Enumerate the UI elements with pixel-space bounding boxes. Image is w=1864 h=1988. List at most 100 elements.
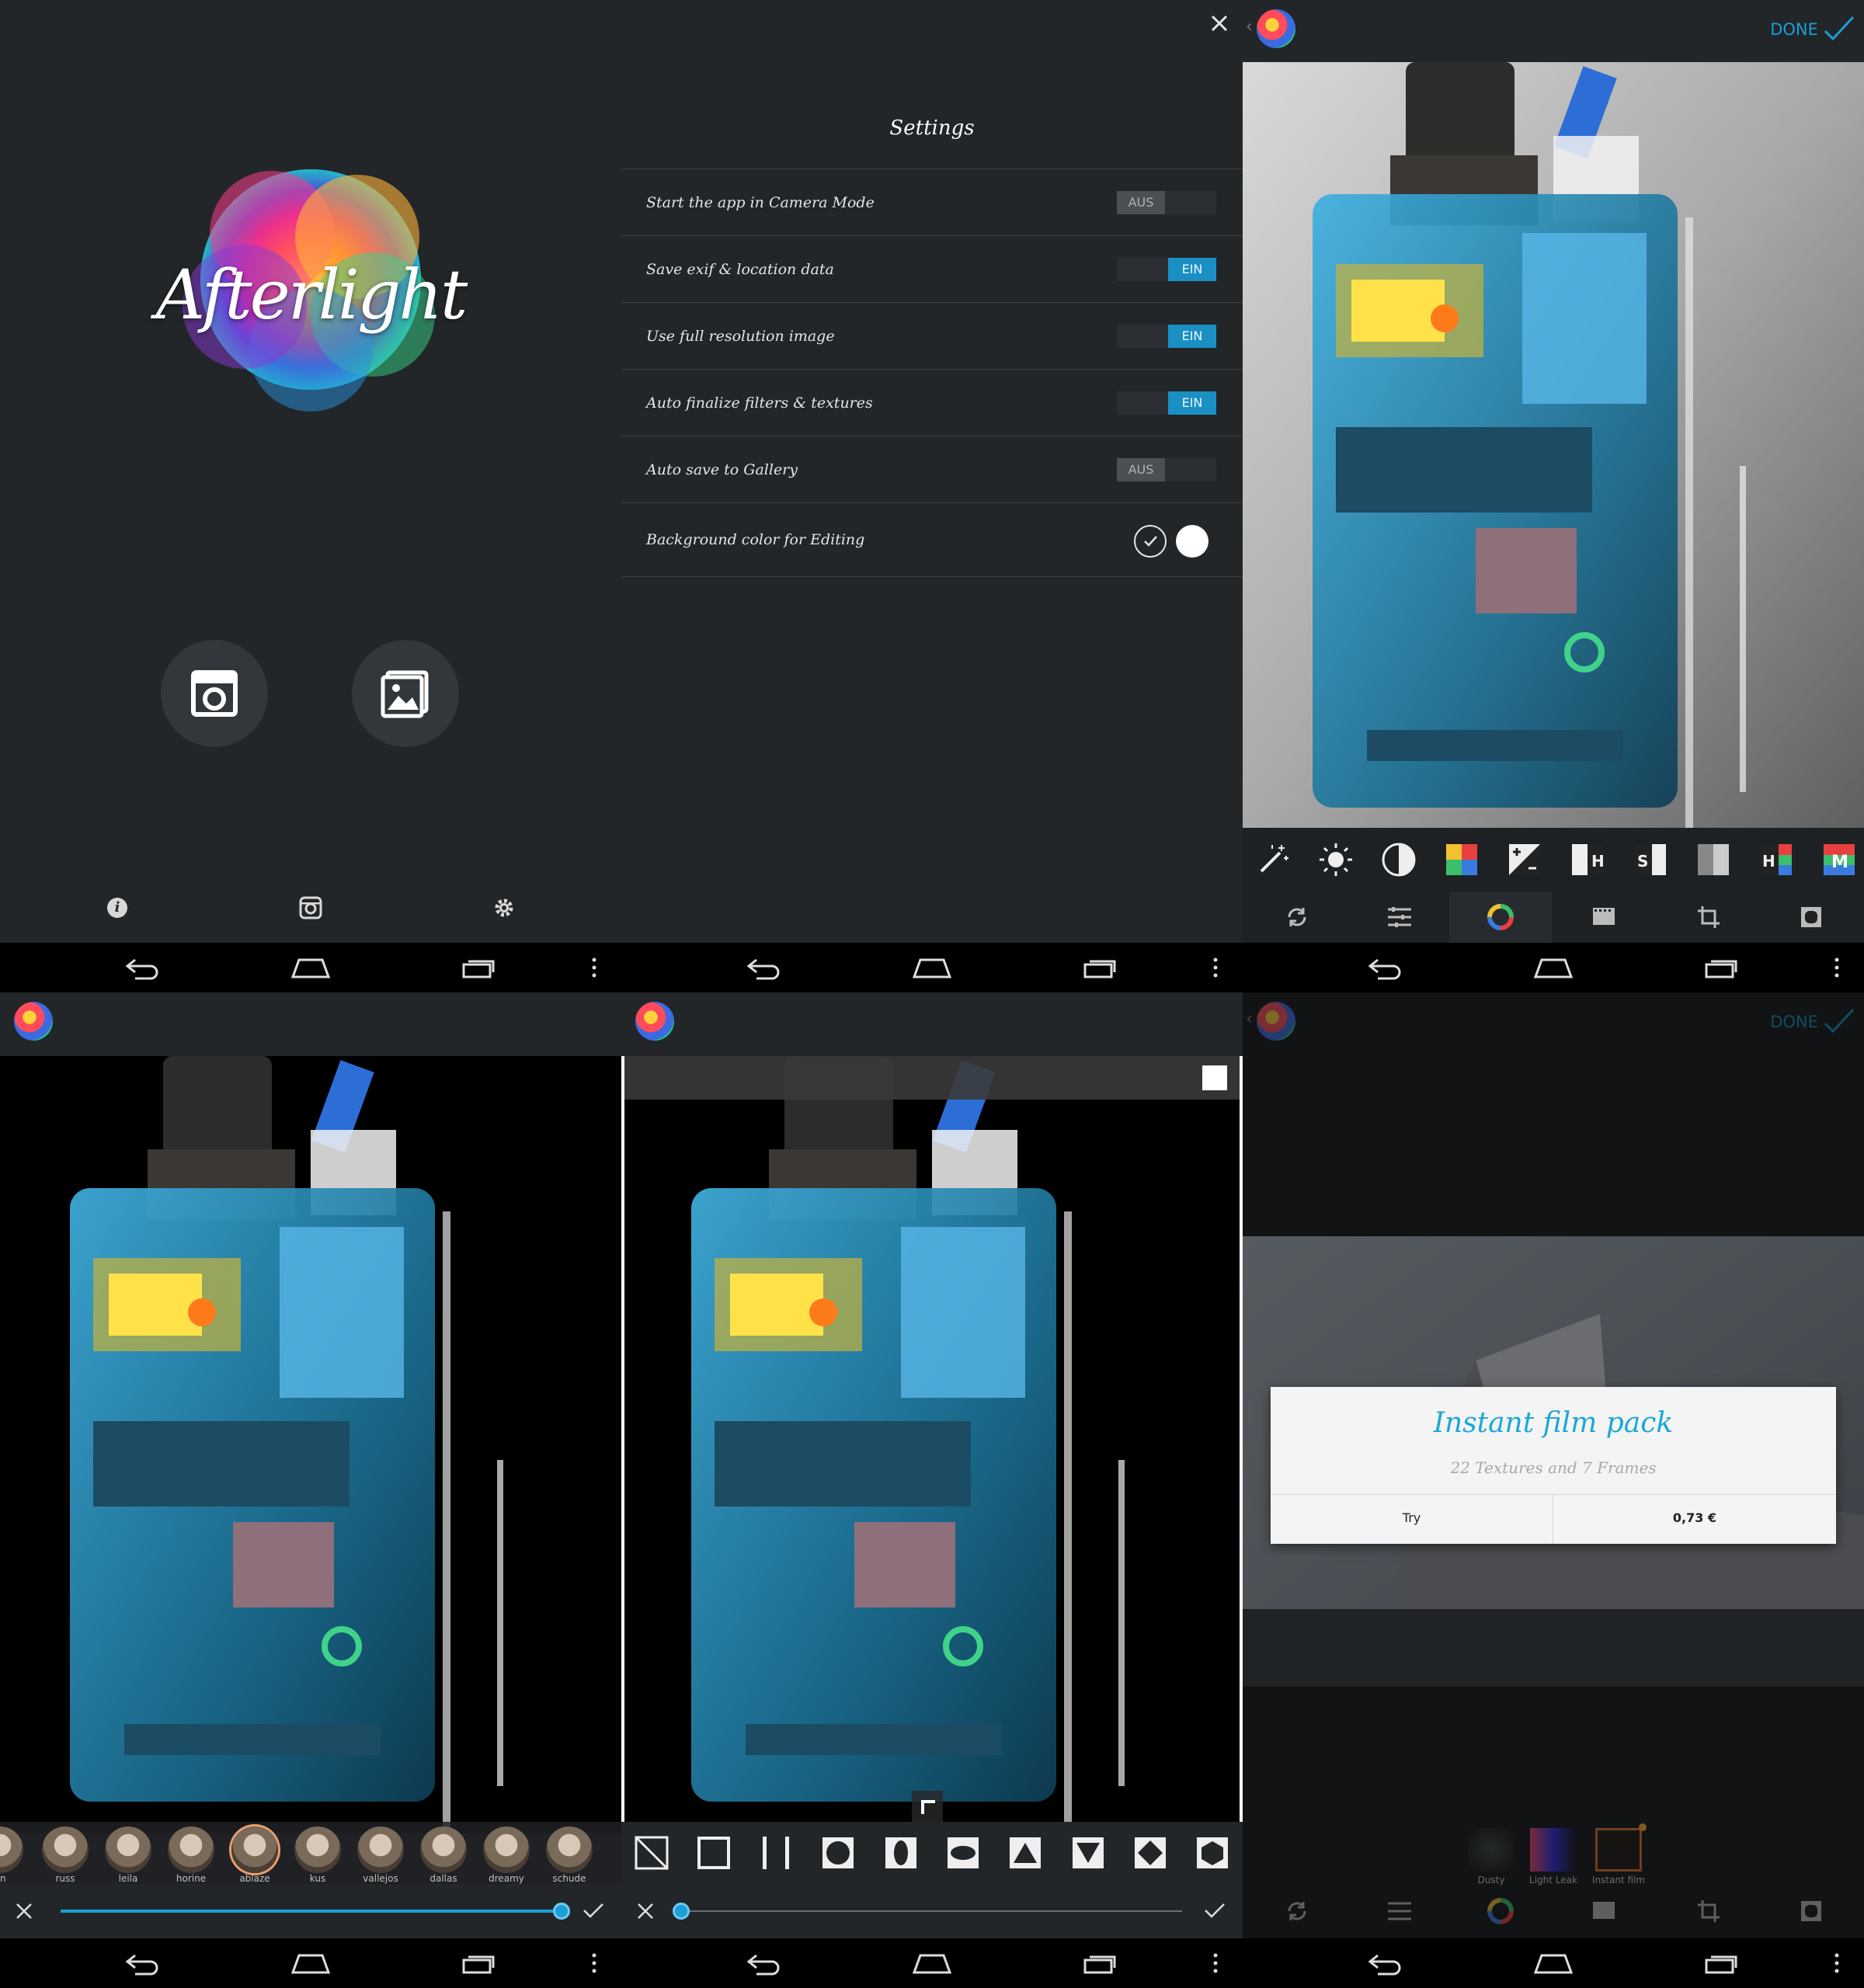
confirm-check-icon[interactable] (582, 1903, 604, 1920)
gradient-icon[interactable] (1694, 840, 1733, 879)
rotate-icon[interactable] (1283, 903, 1311, 931)
app-logo-icon[interactable] (14, 1002, 53, 1041)
frame-icon[interactable] (1797, 903, 1825, 931)
filter-thumb[interactable] (483, 1826, 530, 1873)
cancel-icon[interactable] (637, 1903, 654, 1920)
try-button[interactable]: Try (1271, 1495, 1553, 1544)
filter-thumb[interactable] (105, 1826, 151, 1873)
filter-thumb-selected[interactable] (231, 1826, 278, 1873)
back-icon[interactable] (1367, 1951, 1403, 1976)
cancel-icon[interactable] (16, 1903, 33, 1920)
recents-icon[interactable] (1082, 1951, 1118, 1976)
done-button[interactable]: DONE (1770, 1006, 1856, 1037)
back-icon[interactable] (124, 955, 160, 980)
texture-thumb[interactable] (1468, 1828, 1514, 1872)
app-logo-icon[interactable] (635, 1002, 674, 1041)
filter-thumb[interactable] (168, 1826, 214, 1873)
app-logo-icon[interactable] (1257, 1002, 1295, 1041)
texture-thumb[interactable] (1595, 1828, 1642, 1872)
circle-icon[interactable] (820, 1835, 856, 1871)
square-icon[interactable] (696, 1835, 732, 1871)
crop-icon[interactable] (1695, 903, 1723, 931)
confirm-check-icon[interactable] (1204, 1903, 1226, 1920)
back-chevron-icon[interactable]: ‹ (1246, 17, 1253, 36)
filter-thumb[interactable] (546, 1826, 593, 1873)
frame-icon[interactable] (1797, 1897, 1825, 1925)
home-icon[interactable] (1534, 1951, 1573, 1976)
exposure-icon[interactable] (1505, 840, 1544, 879)
back-chevron-icon[interactable]: ‹ (1246, 1010, 1253, 1029)
none-icon[interactable] (634, 1835, 669, 1871)
back-icon[interactable] (1367, 955, 1403, 980)
setting-row-auto-finalize[interactable]: Auto finalize filters & textures EIN (621, 369, 1243, 436)
film-icon[interactable] (1590, 1897, 1618, 1925)
home-icon[interactable] (291, 955, 330, 980)
gallery-button[interactable] (352, 640, 459, 747)
toggle-switch[interactable]: EIN (1117, 258, 1216, 281)
buy-button[interactable]: 0,73 € (1553, 1495, 1836, 1544)
adjust-icon[interactable] (1386, 1897, 1414, 1925)
bars-icon[interactable] (758, 1835, 794, 1871)
magic-wand-icon[interactable] (1254, 840, 1292, 879)
filter-thumb[interactable] (357, 1826, 404, 1873)
filter-thumb[interactable] (294, 1826, 341, 1873)
toggle-switch[interactable]: EIN (1117, 391, 1216, 415)
setting-row-camera-mode[interactable]: Start the app in Camera Mode AUS (621, 169, 1243, 235)
texture-thumb[interactable] (1530, 1828, 1577, 1872)
oval-vertical-icon[interactable] (883, 1835, 919, 1871)
crop-corner-handle[interactable] (912, 1791, 943, 1822)
close-icon[interactable] (1210, 14, 1229, 33)
photo-preview[interactable] (0, 1056, 621, 1833)
overflow-icon[interactable] (1212, 1951, 1219, 1976)
filter-thumb[interactable] (42, 1826, 89, 1873)
overflow-icon[interactable] (1833, 1951, 1841, 1976)
home-icon[interactable] (913, 955, 951, 980)
photo-preview[interactable] (621, 1056, 1243, 1833)
overflow-icon[interactable] (1212, 955, 1219, 980)
toggle-switch[interactable]: EIN (1117, 325, 1216, 348)
home-icon[interactable] (291, 1951, 330, 1976)
photo-preview[interactable] (1243, 62, 1864, 839)
instagram-icon[interactable] (299, 896, 322, 919)
camera-button[interactable] (161, 640, 268, 747)
triangle-down-icon[interactable] (1070, 1835, 1106, 1871)
done-button[interactable]: DONE (1770, 14, 1856, 45)
recents-icon[interactable] (461, 1951, 496, 1976)
frame-size-slider[interactable] (682, 1910, 1182, 1912)
slider-handle[interactable] (553, 1903, 570, 1920)
brightness-icon[interactable] (1316, 840, 1355, 879)
settings-gear-icon[interactable] (492, 896, 516, 919)
filter-thumb[interactable] (420, 1826, 467, 1873)
back-icon[interactable] (746, 1951, 781, 1976)
diamond-icon[interactable] (1132, 1835, 1168, 1871)
back-icon[interactable] (746, 955, 781, 980)
filter-thumb[interactable] (0, 1826, 23, 1873)
color-wheel-tab[interactable] (1449, 891, 1552, 943)
setting-row-full-resolution[interactable]: Use full resolution image EIN (621, 302, 1243, 369)
home-icon[interactable] (913, 1951, 951, 1976)
toggle-switch[interactable]: AUS (1117, 458, 1216, 481)
saturation-icon[interactable] (1442, 840, 1481, 879)
bg-white-option[interactable] (1176, 525, 1208, 558)
shadows-icon[interactable]: S (1631, 840, 1670, 879)
info-icon[interactable]: i (107, 898, 127, 918)
film-icon[interactable] (1590, 903, 1618, 931)
recents-icon[interactable] (1703, 1951, 1739, 1976)
toggle-switch[interactable]: AUS (1117, 191, 1216, 214)
highlights-icon[interactable]: H (1568, 840, 1607, 879)
setting-row-auto-save[interactable]: Auto save to Gallery AUS (621, 436, 1243, 502)
color-wheel-icon[interactable] (1487, 1897, 1514, 1925)
slider-handle[interactable] (673, 1903, 690, 1920)
overflow-icon[interactable] (1833, 955, 1841, 980)
mixer-icon[interactable]: M (1820, 840, 1859, 879)
overflow-icon[interactable] (590, 955, 598, 980)
back-icon[interactable] (124, 1951, 160, 1976)
overflow-icon[interactable] (590, 1951, 598, 1976)
bg-dark-option[interactable] (1134, 525, 1167, 558)
adjust-icon[interactable] (1386, 903, 1414, 931)
crop-icon[interactable] (1695, 1897, 1723, 1925)
app-logo-icon[interactable] (1257, 9, 1295, 48)
contrast-icon[interactable] (1379, 840, 1418, 879)
hexagon-icon[interactable] (1195, 1835, 1230, 1871)
recents-icon[interactable] (461, 955, 496, 980)
